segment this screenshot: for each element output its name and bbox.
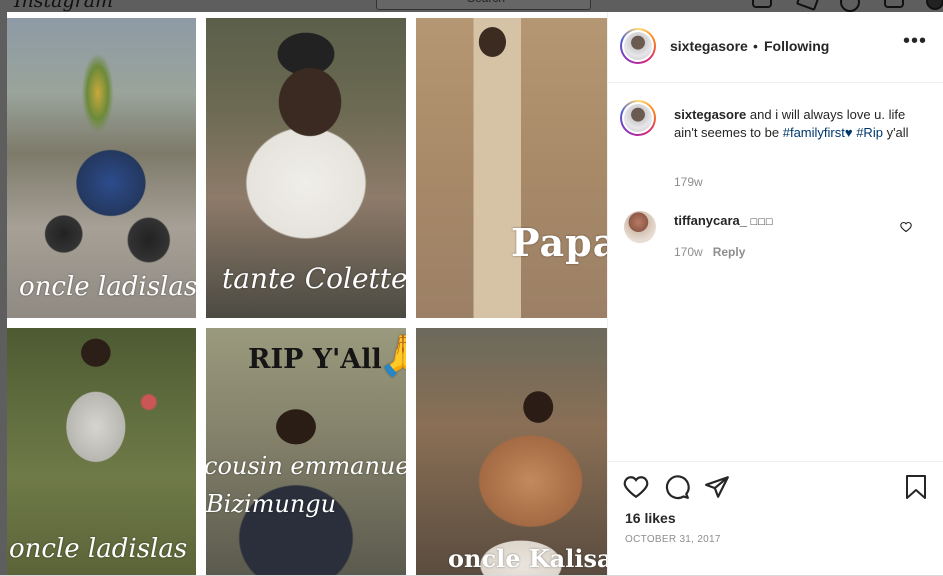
comment-text: tiffanycara_ □□□	[674, 212, 884, 231]
caption-t6: oncle Kalisa	[448, 544, 607, 573]
share-direct-icon[interactable]	[704, 474, 730, 500]
caption-t5-rip: RIP Y'All	[248, 344, 382, 375]
comment-meta: 170w Reply	[674, 245, 745, 259]
following-button[interactable]: Following	[764, 38, 829, 54]
author-avatar[interactable]	[620, 28, 656, 64]
photo-tile-papa: Papa	[416, 18, 607, 318]
photo-tile-oncle-ladislas-garden: oncle ladislas	[7, 328, 196, 575]
search-input[interactable]: Search	[376, 0, 591, 10]
caption-t5-cousin: cousin emmanuel	[206, 452, 406, 480]
post-modal: oncle ladislas tante Colette Papa oncle …	[7, 12, 943, 575]
post-date[interactable]: OCTOBER 31, 2017	[625, 534, 721, 545]
caption-t1: oncle ladislas	[19, 272, 196, 302]
instagram-header: Instagram Search	[0, 0, 943, 12]
hashtag-rip[interactable]: #Rip	[856, 125, 883, 140]
caption-t2: tante Colette	[222, 262, 406, 295]
comment-bubble-icon[interactable]	[664, 474, 690, 500]
post-header: sixtegasore • Following •••	[608, 12, 943, 83]
photo-tile-oncle-kalisa: oncle Kalisa	[416, 328, 607, 575]
follow-separator: •	[753, 38, 758, 54]
like-heart-icon[interactable]	[623, 474, 649, 500]
caption-t3: Papa	[511, 220, 607, 265]
overlay-left	[0, 12, 7, 575]
save-bookmark-icon[interactable]	[904, 474, 928, 500]
comment-username[interactable]: tiffanycara_	[674, 213, 747, 228]
comment-like-heart-icon[interactable]	[900, 221, 912, 233]
post-photo[interactable]: oncle ladislas tante Colette Papa oncle …	[7, 12, 607, 575]
instagram-logo[interactable]: Instagram	[14, 0, 113, 12]
photo-tile-oncle-ladislas-motorbike: oncle ladislas	[7, 18, 196, 318]
praying-hands-icon: 🙏	[378, 333, 406, 379]
caption-avatar[interactable]	[620, 100, 656, 136]
explore-icon[interactable]	[840, 0, 860, 12]
photo-tile-tante-colette: tante Colette	[206, 18, 406, 318]
profile-avatar-icon[interactable]	[926, 0, 943, 10]
avatar-photo	[624, 32, 652, 60]
author-username[interactable]: sixtegasore	[670, 38, 748, 54]
heart-emoji: ♥	[844, 125, 853, 140]
post-details-panel: sixtegasore • Following ••• sixtegasore …	[607, 12, 943, 575]
caption-t4: oncle ladislas	[9, 534, 188, 564]
activity-heart-icon[interactable]	[884, 0, 904, 8]
post-actions: 16 likes OCTOBER 31, 2017	[608, 461, 943, 576]
reply-button[interactable]: Reply	[713, 245, 746, 259]
caption-username[interactable]: sixtegasore	[674, 107, 746, 122]
direct-icon[interactable]	[795, 0, 821, 11]
comment-age[interactable]: 170w	[674, 245, 703, 259]
photo-tile-cousin-emmanuel: RIP Y'All 🙏 cousin emmanuel Bizimungu	[206, 328, 406, 575]
caption-body-end: y'all	[886, 125, 909, 140]
caption-t5-name: Bizimungu	[206, 490, 337, 518]
comment-emoji-glyphs: □□□	[750, 216, 774, 228]
caption-age[interactable]: 179w	[674, 175, 703, 189]
home-icon[interactable]	[752, 0, 772, 8]
likes-count[interactable]: 16 likes	[625, 510, 676, 526]
commenter-avatar[interactable]	[624, 211, 656, 243]
hashtag-familyfirst[interactable]: #familyfirst	[783, 125, 845, 140]
more-options-icon[interactable]: •••	[903, 30, 927, 53]
caption-text: sixtegasore and i will always love u. li…	[674, 106, 919, 142]
